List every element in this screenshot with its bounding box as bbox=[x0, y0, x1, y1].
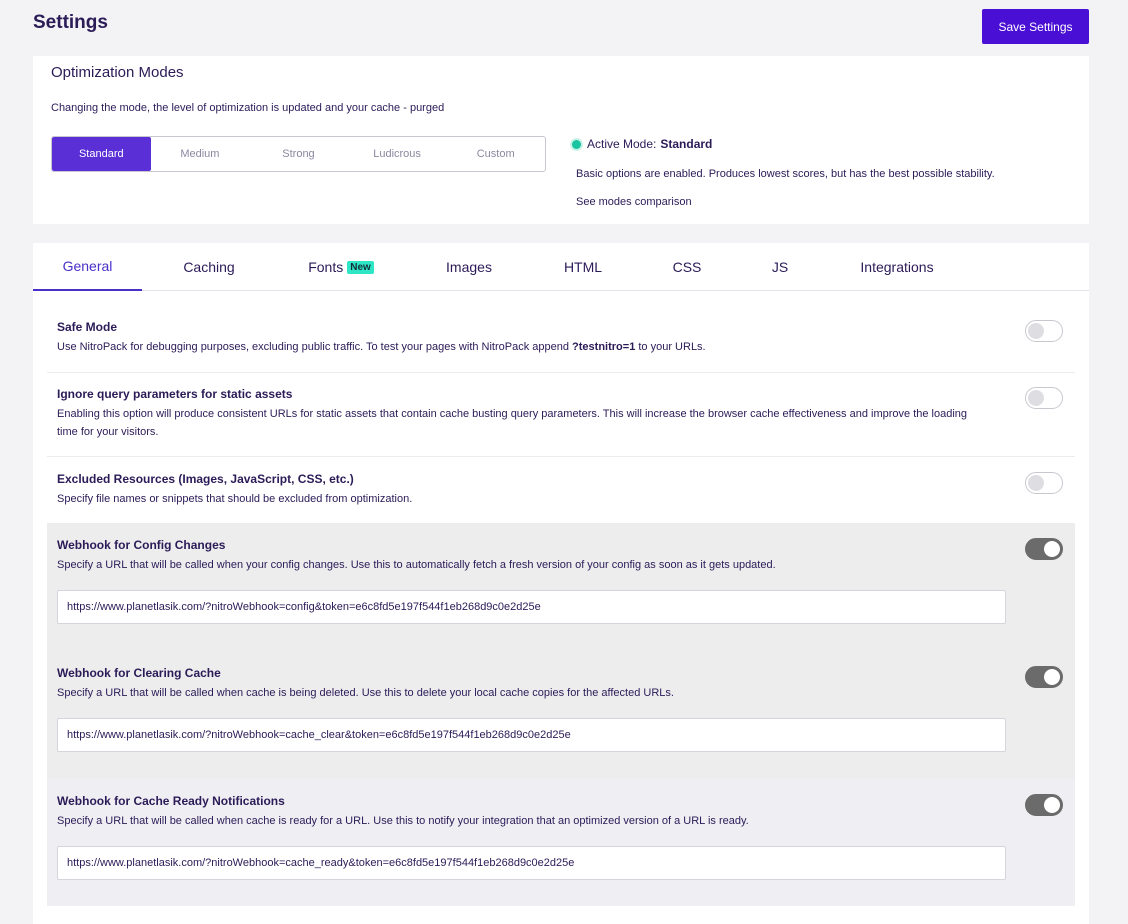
toggle-knob bbox=[1028, 323, 1044, 339]
webhook-config-toggle[interactable] bbox=[1025, 538, 1063, 560]
excluded-resources-toggle[interactable] bbox=[1025, 472, 1063, 494]
page-title: Settings bbox=[33, 12, 108, 33]
tab-general[interactable]: General bbox=[33, 243, 142, 291]
toggle-knob bbox=[1044, 797, 1060, 813]
webhook-cache-ready-toggle[interactable] bbox=[1025, 794, 1063, 816]
mode-info: Basic options are enabled. Produces lowe… bbox=[576, 168, 995, 180]
setting-description: Enabling this option will produce consis… bbox=[57, 408, 968, 438]
tab-images[interactable]: Images bbox=[429, 243, 509, 291]
toggle-knob bbox=[1028, 390, 1044, 406]
tab-caching[interactable]: Caching bbox=[164, 243, 254, 291]
setting-webhook-config: Webhook for Config Changes Specify a URL… bbox=[47, 523, 1075, 651]
mode-option-custom[interactable]: Custom bbox=[446, 137, 545, 171]
setting-webhook-cache-ready: Webhook for Cache Ready Notifications Sp… bbox=[47, 779, 1075, 906]
active-mode: Active Mode: Standard bbox=[572, 137, 712, 151]
toggle-knob bbox=[1044, 669, 1060, 685]
tab-js[interactable]: JS bbox=[755, 243, 805, 291]
active-mode-label: Active Mode: bbox=[587, 137, 657, 151]
webhook-config-url-field[interactable]: https://www.planetlasik.com/?nitroWebhoo… bbox=[57, 590, 1006, 624]
setting-title: Excluded Resources (Images, JavaScript, … bbox=[57, 472, 354, 486]
setting-title: Webhook for Config Changes bbox=[57, 538, 226, 552]
setting-title: Webhook for Cache Ready Notifications bbox=[57, 794, 285, 808]
webhook-cache-ready-url-field[interactable]: https://www.planetlasik.com/?nitroWebhoo… bbox=[57, 846, 1006, 880]
status-dot-icon bbox=[572, 139, 581, 149]
active-mode-value: Standard bbox=[660, 137, 713, 151]
webhook-cache-clear-toggle[interactable] bbox=[1025, 666, 1063, 688]
setting-description: Specify a URL that will be called when c… bbox=[57, 687, 674, 699]
setting-description: Specify file names or snippets that shou… bbox=[57, 493, 413, 505]
toggle-knob bbox=[1044, 541, 1060, 557]
modes-title: Optimization Modes bbox=[51, 64, 184, 81]
setting-description: Use NitroPack for debugging purposes, ex… bbox=[57, 341, 706, 353]
mode-option-medium[interactable]: Medium bbox=[151, 137, 250, 171]
setting-title: Webhook for Clearing Cache bbox=[57, 666, 221, 680]
setting-title: Safe Mode bbox=[57, 320, 118, 334]
tab-html[interactable]: HTML bbox=[548, 243, 618, 291]
setting-description: Specify a URL that will be called when y… bbox=[57, 559, 776, 571]
ignore-query-toggle[interactable] bbox=[1025, 387, 1063, 409]
toggle-knob bbox=[1028, 475, 1044, 491]
webhook-cache-clear-url-field[interactable]: https://www.planetlasik.com/?nitroWebhoo… bbox=[57, 718, 1006, 752]
optimization-modes-card: Optimization Modes Changing the mode, th… bbox=[33, 56, 1089, 224]
setting-ignore-query: Ignore query parameters for static asset… bbox=[47, 373, 1075, 456]
tab-integrations[interactable]: Integrations bbox=[845, 243, 949, 291]
mode-option-strong[interactable]: Strong bbox=[249, 137, 348, 171]
tab-css[interactable]: CSS bbox=[657, 243, 717, 291]
new-badge: New bbox=[347, 260, 374, 274]
mode-option-ludicrous[interactable]: Ludicrous bbox=[348, 137, 447, 171]
setting-safe-mode: Safe Mode Use NitroPack for debugging pu… bbox=[47, 307, 1075, 373]
setting-title: Ignore query parameters for static asset… bbox=[57, 387, 293, 401]
settings-tabs: General Caching Fonts New Images HTML CS… bbox=[33, 243, 1089, 291]
modes-comparison-link[interactable]: See modes comparison bbox=[576, 196, 692, 208]
setting-webhook-cache-clear: Webhook for Clearing Cache Specify a URL… bbox=[47, 651, 1075, 779]
settings-card: General Caching Fonts New Images HTML CS… bbox=[33, 243, 1089, 924]
modes-description: Changing the mode, the level of optimiza… bbox=[51, 102, 445, 114]
safe-mode-toggle[interactable] bbox=[1025, 320, 1063, 342]
setting-description: Specify a URL that will be called when c… bbox=[57, 815, 749, 827]
setting-excluded-resources: Excluded Resources (Images, JavaScript, … bbox=[47, 457, 1075, 523]
mode-option-standard[interactable]: Standard bbox=[52, 137, 151, 171]
mode-switch: Standard Medium Strong Ludicrous Custom bbox=[51, 136, 546, 172]
tab-fonts[interactable]: Fonts New bbox=[291, 243, 391, 291]
save-settings-button[interactable]: Save Settings bbox=[982, 9, 1089, 44]
tab-fonts-label: Fonts bbox=[308, 259, 344, 275]
